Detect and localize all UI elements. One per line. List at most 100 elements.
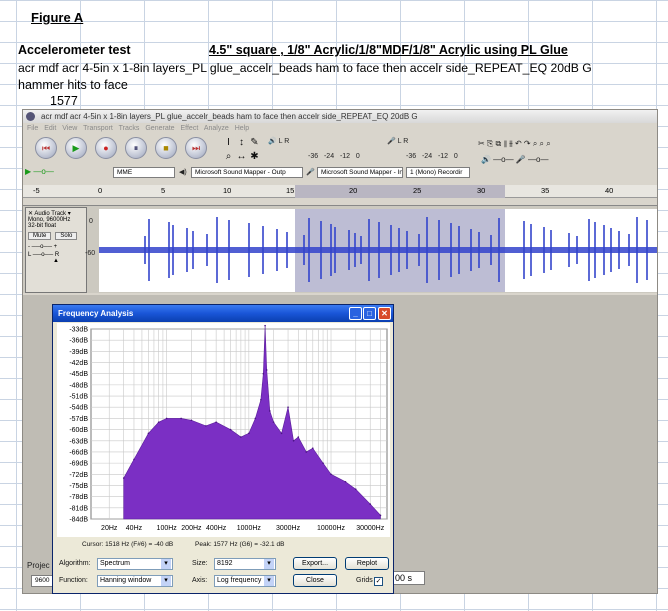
spectrum-point bbox=[297, 436, 300, 438]
export-button[interactable]: Export... bbox=[293, 557, 337, 570]
menu-file[interactable]: File bbox=[27, 125, 38, 132]
pause-button[interactable]: ⏸ bbox=[125, 137, 147, 159]
envelope-tool-icon[interactable]: ↕ bbox=[236, 137, 247, 148]
toolbar: ⏮ ▶ ● ⏸ ■ ⏭ I ↕ ✎ ⌕ ↔ ✱ 🔊 L R -36 -24 -1… bbox=[23, 135, 657, 181]
spectrum-point bbox=[147, 432, 150, 435]
y-tick-label: -42dB bbox=[69, 360, 88, 367]
channels-select[interactable]: 1 (Mono) Recordir bbox=[406, 167, 470, 178]
meter-out-tick: -24 bbox=[323, 153, 335, 160]
ruler-tick: 35 bbox=[541, 186, 550, 195]
edit-toolbar-icons[interactable]: ✂ ⎘ ⧉ ⫴ ⫵ ↶ ↷ ⌕ ⌕ ⌕ bbox=[478, 139, 551, 149]
y-tick-label: -48dB bbox=[69, 382, 88, 389]
mixer-toolbar-icons[interactable]: 🔊 —o— 🎤 —o— bbox=[481, 155, 549, 164]
spectrum-point bbox=[292, 439, 295, 442]
output-meter-icon[interactable]: 🔊 L R bbox=[268, 137, 289, 145]
meter-out-tick: -12 bbox=[339, 153, 351, 160]
spectrum-point bbox=[240, 436, 242, 438]
close-button[interactable]: Close bbox=[293, 574, 337, 587]
menu-help[interactable]: Help bbox=[235, 125, 249, 132]
spectrum-point bbox=[205, 425, 207, 427]
spectrum-point bbox=[379, 514, 382, 517]
menu-bar: File Edit View Transport Tracks Generate… bbox=[23, 123, 657, 135]
cursor-readout: Cursor: 1518 Hz (F#6) = -40 dB bbox=[82, 541, 174, 548]
peak-readout: Peak: 1577 Hz (G6) = -32.1 dB bbox=[195, 541, 285, 548]
menu-transport[interactable]: Transport bbox=[83, 125, 113, 132]
mic-icon: 🎤 bbox=[306, 169, 315, 176]
input-meter-icon[interactable]: 🎤 L R bbox=[387, 137, 408, 145]
spectrum-point bbox=[229, 428, 232, 431]
menu-generate[interactable]: Generate bbox=[145, 125, 174, 132]
ruler-tick: 5 bbox=[161, 186, 166, 195]
gain-slider[interactable]: - ──o── + bbox=[28, 244, 84, 250]
size-label: Size: bbox=[192, 560, 208, 567]
grids-checkbox[interactable]: ✓ bbox=[374, 577, 383, 586]
maximize-icon[interactable]: □ bbox=[363, 307, 376, 320]
spectrum-plot[interactable]: -33dB -36dB -39dB -42dB -45dB -48dB -51dB -54dB… bbox=[57, 323, 390, 537]
pause-icon: ⏸ bbox=[133, 142, 139, 153]
host-select[interactable]: MME bbox=[113, 167, 175, 178]
function-select[interactable]: Hanning window bbox=[97, 575, 173, 587]
spectrum-point bbox=[369, 503, 372, 505]
selection-tool-icon[interactable]: I bbox=[223, 137, 234, 148]
timeshift-tool-icon[interactable]: ↔ bbox=[236, 151, 247, 162]
y-tick-label: -63dB bbox=[69, 438, 88, 445]
play-button[interactable]: ▶ bbox=[65, 137, 87, 159]
size-select[interactable]: 8192 bbox=[214, 558, 276, 570]
spectrum-point bbox=[260, 398, 262, 401]
menu-edit[interactable]: Edit bbox=[44, 125, 56, 132]
collapse-track-icon[interactable]: ▲ bbox=[28, 258, 84, 264]
dialog-title-bar: Frequency Analysis _ □ ✕ bbox=[53, 305, 393, 322]
input-device-select[interactable]: Microsoft Sound Mapper - Inpu bbox=[317, 167, 403, 178]
output-meter-scale: -36 -24 -12 0 bbox=[308, 153, 360, 160]
ruler-tick: 10 bbox=[223, 186, 232, 195]
play-at-speed-icon[interactable]: ▶ —o— bbox=[25, 167, 54, 176]
draw-tool-icon[interactable]: ✎ bbox=[249, 137, 260, 148]
menu-analyze[interactable]: Analyze bbox=[204, 125, 229, 132]
spectrum-point bbox=[180, 417, 182, 420]
x-tick-label: 30000Hz bbox=[356, 525, 385, 532]
timeline-ruler[interactable]: -5 0 5 10 15 20 25 30 35 40 bbox=[23, 185, 657, 198]
audacity-title-bar: acr mdf acr 4-5in x 1-8in layers_PL glue… bbox=[23, 110, 657, 123]
x-tick-label: 3000Hz bbox=[276, 525, 301, 532]
skip-start-icon: ⏮ bbox=[41, 142, 51, 153]
skip-end-button[interactable]: ⏭ bbox=[185, 137, 207, 159]
y-tick-label: -54dB bbox=[69, 405, 88, 412]
x-tick-label: 100Hz bbox=[157, 525, 178, 532]
spectrum-point bbox=[165, 417, 168, 420]
waveform[interactable] bbox=[99, 209, 658, 292]
minimize-icon[interactable]: _ bbox=[349, 307, 362, 320]
solo-button[interactable]: Solo bbox=[55, 232, 78, 240]
axis-select[interactable]: Log frequency bbox=[214, 575, 276, 587]
scale-top: 0 bbox=[89, 218, 93, 225]
y-tick-label: -66dB bbox=[69, 449, 88, 456]
output-device-select[interactable]: Microsoft Sound Mapper - Outp bbox=[191, 167, 303, 178]
menu-view[interactable]: View bbox=[62, 125, 77, 132]
close-icon[interactable]: ✕ bbox=[378, 307, 391, 320]
algorithm-select[interactable]: Spectrum bbox=[97, 558, 173, 570]
y-tick-label: -39dB bbox=[69, 349, 88, 356]
zoom-tool-icon[interactable]: ⌕ bbox=[223, 151, 234, 162]
mute-button[interactable]: Mute bbox=[28, 232, 52, 240]
dialog-title: Frequency Analysis bbox=[58, 309, 134, 318]
meter-out-tick: -36 bbox=[308, 153, 319, 160]
y-tick-label: -45dB bbox=[69, 371, 88, 378]
meter-in-tick: -24 bbox=[421, 153, 433, 160]
multi-tool-icon[interactable]: ✱ bbox=[249, 151, 260, 162]
spectrum-point bbox=[254, 417, 257, 420]
input-meter-scale: -36 -24 -12 0 bbox=[406, 153, 458, 160]
skip-end-icon: ⏭ bbox=[191, 142, 201, 153]
replot-button[interactable]: Replot bbox=[345, 557, 389, 570]
menu-tracks[interactable]: Tracks bbox=[119, 125, 140, 132]
record-button[interactable]: ● bbox=[95, 137, 117, 159]
y-tick-label: -81dB bbox=[69, 505, 88, 512]
audacity-title: acr mdf acr 4-5in x 1-8in layers_PL glue… bbox=[41, 112, 418, 121]
ruler-tick: 0 bbox=[98, 186, 103, 195]
skip-start-button[interactable]: ⏮ bbox=[35, 137, 57, 159]
menu-effect[interactable]: Effect bbox=[181, 125, 199, 132]
stop-button[interactable]: ■ bbox=[155, 137, 177, 159]
stop-icon: ■ bbox=[163, 143, 169, 153]
x-tick-label: 10000Hz bbox=[317, 525, 346, 532]
heading-right: 4.5" square , 1/8" Acrylic/1/8"MDF/1/8" … bbox=[209, 43, 568, 57]
selection-time-field[interactable]: 00 s bbox=[391, 571, 425, 585]
function-label: Function: bbox=[59, 577, 88, 584]
